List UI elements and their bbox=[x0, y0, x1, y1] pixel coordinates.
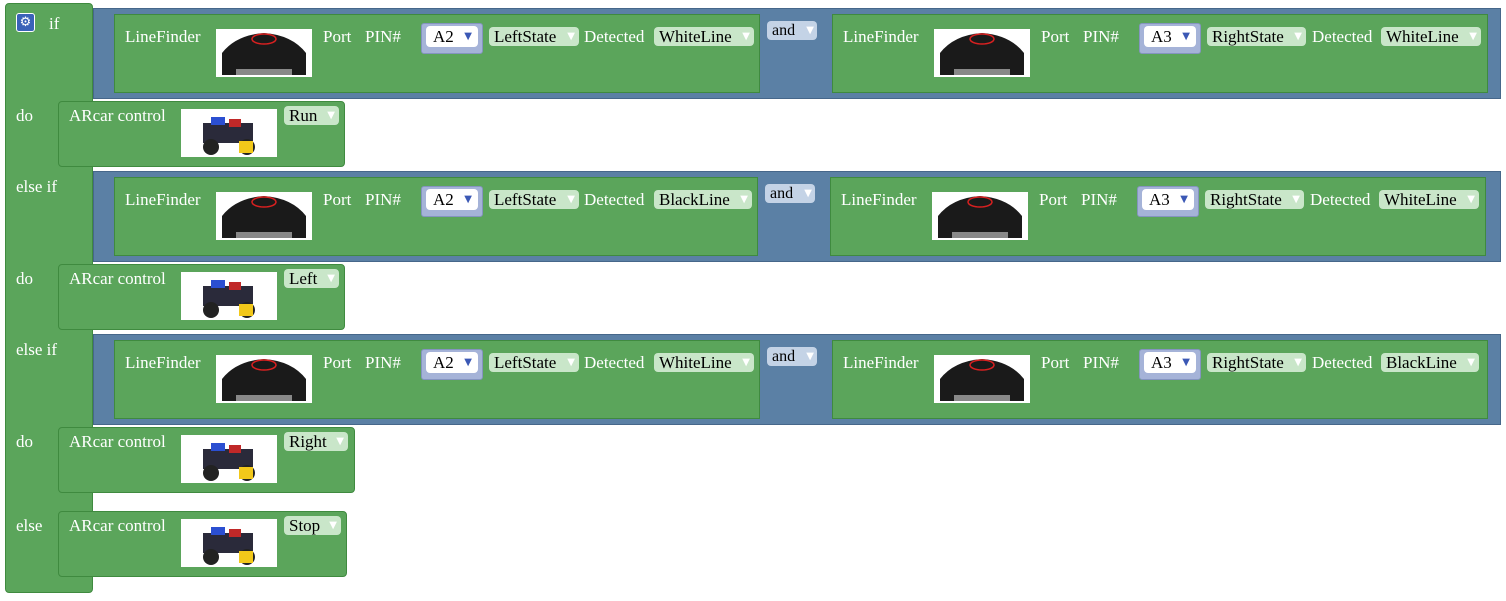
linefinder-image bbox=[216, 29, 312, 77]
pin-label: PIN# bbox=[1083, 27, 1119, 46]
arcar-control-label: ARcar control bbox=[69, 269, 166, 288]
linefinder-label: LineFinder bbox=[125, 190, 201, 209]
triangle-down-icon: ▼ bbox=[806, 25, 814, 36]
port-label: Port bbox=[323, 353, 352, 372]
port-label: Port bbox=[323, 190, 352, 209]
triangle-down-icon: ▼ bbox=[567, 194, 575, 205]
if-keyword: if bbox=[49, 14, 60, 33]
and-dropdown[interactable]: and ▼ bbox=[767, 347, 817, 366]
line-dropdown[interactable]: WhiteLine ▼ bbox=[1381, 27, 1481, 46]
linefinder-label: LineFinder bbox=[841, 190, 917, 209]
triangle-down-icon: ▼ bbox=[742, 357, 750, 368]
detected-label: Detected bbox=[584, 353, 645, 372]
triangle-down-icon: ▼ bbox=[806, 351, 814, 362]
detected-label: Detected bbox=[1310, 190, 1371, 209]
port-label: Port bbox=[1041, 27, 1070, 46]
linefinder-image bbox=[934, 355, 1030, 403]
linefinder-label: LineFinder bbox=[125, 353, 201, 372]
arcar-control-label: ARcar control bbox=[69, 106, 166, 125]
linefinder-label: LineFinder bbox=[843, 353, 919, 372]
arcar-control-label: ARcar control bbox=[69, 432, 166, 451]
state-dropdown[interactable]: LeftState ▼ bbox=[489, 353, 579, 372]
pin-label: PIN# bbox=[365, 190, 401, 209]
linefinder-label: LineFinder bbox=[843, 27, 919, 46]
triangle-down-icon: ▼ bbox=[1294, 357, 1302, 368]
triangle-down-icon: ▼ bbox=[567, 357, 575, 368]
linefinder-label: LineFinder bbox=[125, 27, 201, 46]
pin-dropdown[interactable]: A2 ▼ bbox=[426, 26, 478, 47]
state-dropdown[interactable]: LeftState ▼ bbox=[489, 190, 579, 209]
triangle-down-icon: ▼ bbox=[464, 31, 472, 42]
arcar-image bbox=[181, 435, 277, 483]
triangle-down-icon: ▼ bbox=[742, 31, 750, 42]
and-dropdown[interactable]: and ▼ bbox=[767, 21, 817, 40]
line-dropdown[interactable]: WhiteLine ▼ bbox=[654, 353, 754, 372]
detected-label: Detected bbox=[584, 190, 645, 209]
triangle-down-icon: ▼ bbox=[1180, 194, 1188, 205]
triangle-down-icon: ▼ bbox=[1469, 31, 1477, 42]
state-dropdown[interactable]: RightState ▼ bbox=[1207, 27, 1306, 46]
else-if-keyword: else if bbox=[16, 177, 58, 196]
pin-dropdown[interactable]: A2 ▼ bbox=[426, 352, 478, 373]
arcar-image bbox=[181, 109, 277, 157]
triangle-down-icon: ▼ bbox=[464, 357, 472, 368]
triangle-down-icon: ▼ bbox=[327, 273, 335, 284]
triangle-down-icon: ▼ bbox=[336, 436, 344, 447]
state-dropdown[interactable]: LeftState ▼ bbox=[489, 27, 579, 46]
triangle-down-icon: ▼ bbox=[804, 188, 812, 199]
triangle-down-icon: ▼ bbox=[1467, 357, 1475, 368]
detected-label: Detected bbox=[1312, 27, 1373, 46]
action-dropdown[interactable]: Right ▼ bbox=[284, 432, 348, 451]
triangle-down-icon: ▼ bbox=[1182, 31, 1190, 42]
detected-label: Detected bbox=[1312, 353, 1373, 372]
line-dropdown[interactable]: BlackLine ▼ bbox=[1381, 353, 1479, 372]
pin-label: PIN# bbox=[1081, 190, 1117, 209]
linefinder-image bbox=[216, 355, 312, 403]
triangle-down-icon: ▼ bbox=[327, 110, 335, 121]
line-dropdown[interactable]: WhiteLine ▼ bbox=[654, 27, 754, 46]
do-keyword: do bbox=[16, 269, 33, 288]
pin-label: PIN# bbox=[365, 353, 401, 372]
do-keyword: do bbox=[16, 106, 33, 125]
gear-icon[interactable]: ⚙ bbox=[16, 13, 35, 32]
linefinder-image bbox=[932, 192, 1028, 240]
triangle-down-icon: ▼ bbox=[740, 194, 748, 205]
linefinder-image bbox=[934, 29, 1030, 77]
and-dropdown[interactable]: and ▼ bbox=[765, 184, 815, 203]
pin-dropdown[interactable]: A3 ▼ bbox=[1142, 189, 1194, 210]
triangle-down-icon: ▼ bbox=[1467, 194, 1475, 205]
do-keyword: do bbox=[16, 432, 33, 451]
linefinder-image bbox=[216, 192, 312, 240]
state-dropdown[interactable]: RightState ▼ bbox=[1207, 353, 1306, 372]
triangle-down-icon: ▼ bbox=[1292, 194, 1300, 205]
triangle-down-icon: ▼ bbox=[329, 520, 337, 531]
port-label: Port bbox=[1041, 353, 1070, 372]
action-dropdown[interactable]: Run ▼ bbox=[284, 106, 339, 125]
arcar-image bbox=[181, 519, 277, 567]
pin-dropdown[interactable]: A3 ▼ bbox=[1144, 352, 1196, 373]
pin-label: PIN# bbox=[1083, 353, 1119, 372]
action-dropdown[interactable]: Stop ▼ bbox=[284, 516, 341, 535]
triangle-down-icon: ▼ bbox=[464, 194, 472, 205]
else-keyword: else bbox=[16, 516, 43, 535]
triangle-down-icon: ▼ bbox=[1294, 31, 1302, 42]
triangle-down-icon: ▼ bbox=[567, 31, 575, 42]
action-dropdown[interactable]: Left ▼ bbox=[284, 269, 339, 288]
arcar-control-label: ARcar control bbox=[69, 516, 166, 535]
pin-label: PIN# bbox=[365, 27, 401, 46]
arcar-image bbox=[181, 272, 277, 320]
pin-dropdown[interactable]: A2 ▼ bbox=[426, 189, 478, 210]
line-dropdown[interactable]: BlackLine ▼ bbox=[654, 190, 752, 209]
triangle-down-icon: ▼ bbox=[1182, 357, 1190, 368]
port-label: Port bbox=[323, 27, 352, 46]
pin-dropdown[interactable]: A3 ▼ bbox=[1144, 26, 1196, 47]
else-if-keyword: else if bbox=[16, 340, 58, 359]
detected-label: Detected bbox=[584, 27, 645, 46]
state-dropdown[interactable]: RightState ▼ bbox=[1205, 190, 1304, 209]
line-dropdown[interactable]: WhiteLine ▼ bbox=[1379, 190, 1479, 209]
port-label: Port bbox=[1039, 190, 1068, 209]
